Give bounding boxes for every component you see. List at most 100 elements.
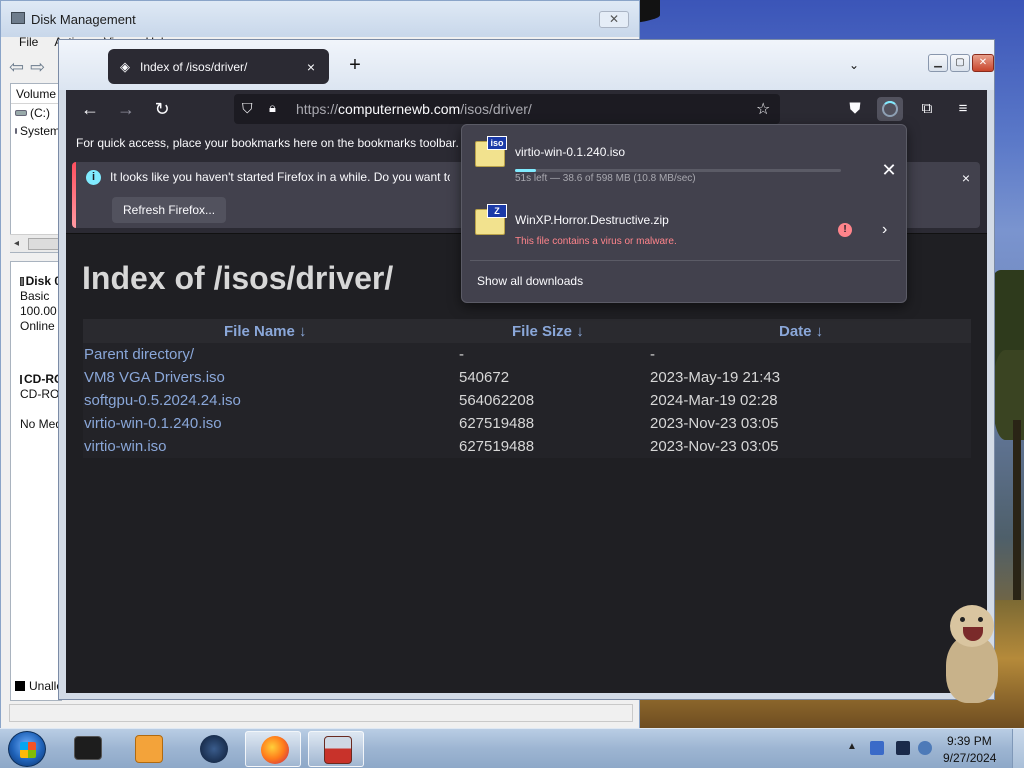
cancel-download-icon[interactable]: ✕ <box>880 160 898 181</box>
dm-window-title: Disk Management <box>31 12 136 27</box>
dm-cdrom-0[interactable]: CD-ROM 0 CD-ROM No Media <box>11 372 61 432</box>
list-all-tabs-button[interactable]: ⌄ <box>849 58 859 72</box>
dm-titlebar[interactable]: Disk Management ✕ <box>1 1 639 37</box>
disk-type: CD-ROM <box>20 387 61 401</box>
window-controls: ▁ ▢ ✕ <box>928 54 994 72</box>
taskbar: ▲ 9:39 PM 9/27/2024 <box>0 728 1024 768</box>
cdrom-icon <box>20 375 22 384</box>
tab-title: Index of /isos/driver/ <box>140 59 248 74</box>
clock-time[interactable]: 9:39 PM <box>947 734 992 748</box>
scroll-left-icon[interactable]: ◂ <box>14 238 19 249</box>
file-size: - <box>459 343 649 366</box>
zip-file-icon: Z <box>475 204 507 235</box>
dm-volume-label: (C:) <box>30 106 50 120</box>
file-size: 564062208 <box>459 389 649 412</box>
pocket-icon[interactable]: ⛊ <box>842 97 868 121</box>
drive-icon <box>15 110 27 116</box>
bookmark-star-icon[interactable]: ☆ <box>756 99 770 119</box>
minimize-button[interactable]: ▁ <box>928 54 948 72</box>
table-row: virtio-win.iso 627519488 2023-Nov-23 03:… <box>83 435 971 458</box>
tab-bar: ◈ Index of /isos/driver/ × + ⌄ ▁ ▢ ✕ <box>67 48 994 90</box>
disk-state: Online <box>20 319 55 333</box>
download-filename: WinXP.Horror.Destructive.zip <box>515 213 669 227</box>
url-text[interactable]: https://computernewb.com/isos/driver/ <box>296 101 532 117</box>
forward-arrow-icon[interactable]: ⇨ <box>30 57 45 78</box>
close-notification-icon[interactable]: × <box>958 170 974 186</box>
dm-disk-map: Disk 0 Basic 100.00 GB Online CD-ROM 0 C… <box>10 261 62 701</box>
table-row: Parent directory/ - - <box>83 343 971 366</box>
taskbar-app-disk-management[interactable] <box>308 731 364 767</box>
table-row: VM8 VGA Drivers.iso 540672 2023-May-19 2… <box>83 366 971 389</box>
drive-icon <box>15 128 17 134</box>
reload-button[interactable]: ↻ <box>150 97 174 121</box>
scroll-thumb[interactable] <box>28 238 62 250</box>
back-arrow-icon[interactable]: ⇦ <box>9 57 24 78</box>
disk-management-icon <box>324 736 352 764</box>
globe-icon <box>200 735 228 763</box>
dm-close-button[interactable]: ✕ <box>599 11 629 28</box>
back-button[interactable]: ← <box>78 97 102 121</box>
dm-volume-list: Volume (C:) System Reserved <box>10 83 62 253</box>
taskbar-app-globe[interactable] <box>185 731 241 767</box>
page-title: Index of /isos/driver/ <box>82 260 394 296</box>
file-link[interactable]: virtio-win-0.1.240.iso <box>83 412 459 435</box>
file-size: 627519488 <box>459 412 649 435</box>
hamster-mascot[interactable] <box>938 605 1008 705</box>
file-link[interactable]: softgpu-0.5.2024.24.iso <box>83 389 459 412</box>
column-header-file-size[interactable]: File Size ↓ <box>459 319 649 343</box>
disk-state: No Media <box>20 417 61 431</box>
taskbar-app-terminal[interactable] <box>60 731 116 767</box>
maximize-button[interactable]: ▢ <box>950 54 970 72</box>
file-link[interactable]: Parent directory/ <box>83 343 459 366</box>
firefox-icon <box>261 736 289 764</box>
display-tray-icon[interactable] <box>896 741 910 755</box>
dm-volume-row[interactable]: (C:) <box>11 104 61 122</box>
dm-volume-label: System Reserved <box>20 124 61 138</box>
dm-menu-file[interactable]: File <box>19 35 38 53</box>
volume-tray-icon[interactable] <box>918 741 932 755</box>
close-tab-icon[interactable]: × <box>303 59 319 75</box>
network-tray-icon[interactable] <box>870 741 884 755</box>
dm-volume-row[interactable]: System Reserved <box>11 122 61 140</box>
show-desktop-button[interactable] <box>1012 729 1024 768</box>
close-window-button[interactable]: ✕ <box>972 54 994 72</box>
dm-horizontal-scrollbar[interactable]: ◂ <box>10 234 62 252</box>
dm-toolbar: ⇦ ⇨ <box>9 57 45 78</box>
tab-index-isos-driver[interactable]: ◈ Index of /isos/driver/ × <box>108 49 329 84</box>
clock-date[interactable]: 9/27/2024 <box>943 751 996 765</box>
downloads-button[interactable] <box>877 97 903 121</box>
file-link[interactable]: VM8 VGA Drivers.iso <box>83 366 459 389</box>
unallocated-swatch <box>15 681 25 691</box>
show-hidden-icons-button[interactable]: ▲ <box>847 741 857 752</box>
show-all-downloads-button[interactable]: Show all downloads <box>477 274 583 288</box>
lock-icon[interactable]: 🔒︎ <box>269 100 283 117</box>
column-header-date[interactable]: Date ↓ <box>649 319 971 343</box>
download-item-virtio[interactable]: iso virtio-win-0.1.240.iso 51s left — 38… <box>472 133 898 189</box>
tracking-protection-shield-icon[interactable]: ⛉ <box>242 100 258 117</box>
file-link[interactable]: virtio-win.iso <box>83 435 459 458</box>
file-size: 627519488 <box>459 435 649 458</box>
dm-volume-header[interactable]: Volume <box>11 84 61 104</box>
file-date: 2023-Nov-23 03:05 <box>649 412 971 435</box>
url-bar[interactable]: ⛉ 🔒︎ https://computernewb.com/isos/drive… <box>234 94 780 124</box>
refresh-firefox-button[interactable]: Refresh Firefox... <box>112 197 227 223</box>
taskbar-app-media-player[interactable] <box>120 731 176 767</box>
chevron-right-icon[interactable]: › <box>882 221 887 239</box>
windows-logo-icon <box>20 742 36 758</box>
disk-type: Basic <box>20 289 50 303</box>
table-row: softgpu-0.5.2024.24.iso 564062208 2024-M… <box>83 389 971 412</box>
extensions-puzzle-icon[interactable]: ⧉ <box>914 97 940 121</box>
taskbar-app-firefox[interactable] <box>245 731 301 767</box>
column-header-file-name[interactable]: File Name ↓ <box>83 319 459 343</box>
start-button[interactable] <box>8 731 46 767</box>
hamburger-menu-icon[interactable]: ≡ <box>950 97 976 121</box>
media-player-icon <box>135 735 163 763</box>
new-tab-button[interactable]: + <box>343 54 367 77</box>
dm-disk-0[interactable]: Disk 0 Basic 100.00 GB Online <box>11 274 61 334</box>
forward-button[interactable]: → <box>114 97 138 121</box>
download-progress-bar <box>515 169 841 172</box>
download-item-winxp[interactable]: Z WinXP.Horror.Destructive.zip This file… <box>472 201 898 257</box>
info-icon: i <box>86 170 101 185</box>
iso-file-icon: iso <box>475 136 507 167</box>
disk-name: Disk 0 <box>25 274 61 288</box>
